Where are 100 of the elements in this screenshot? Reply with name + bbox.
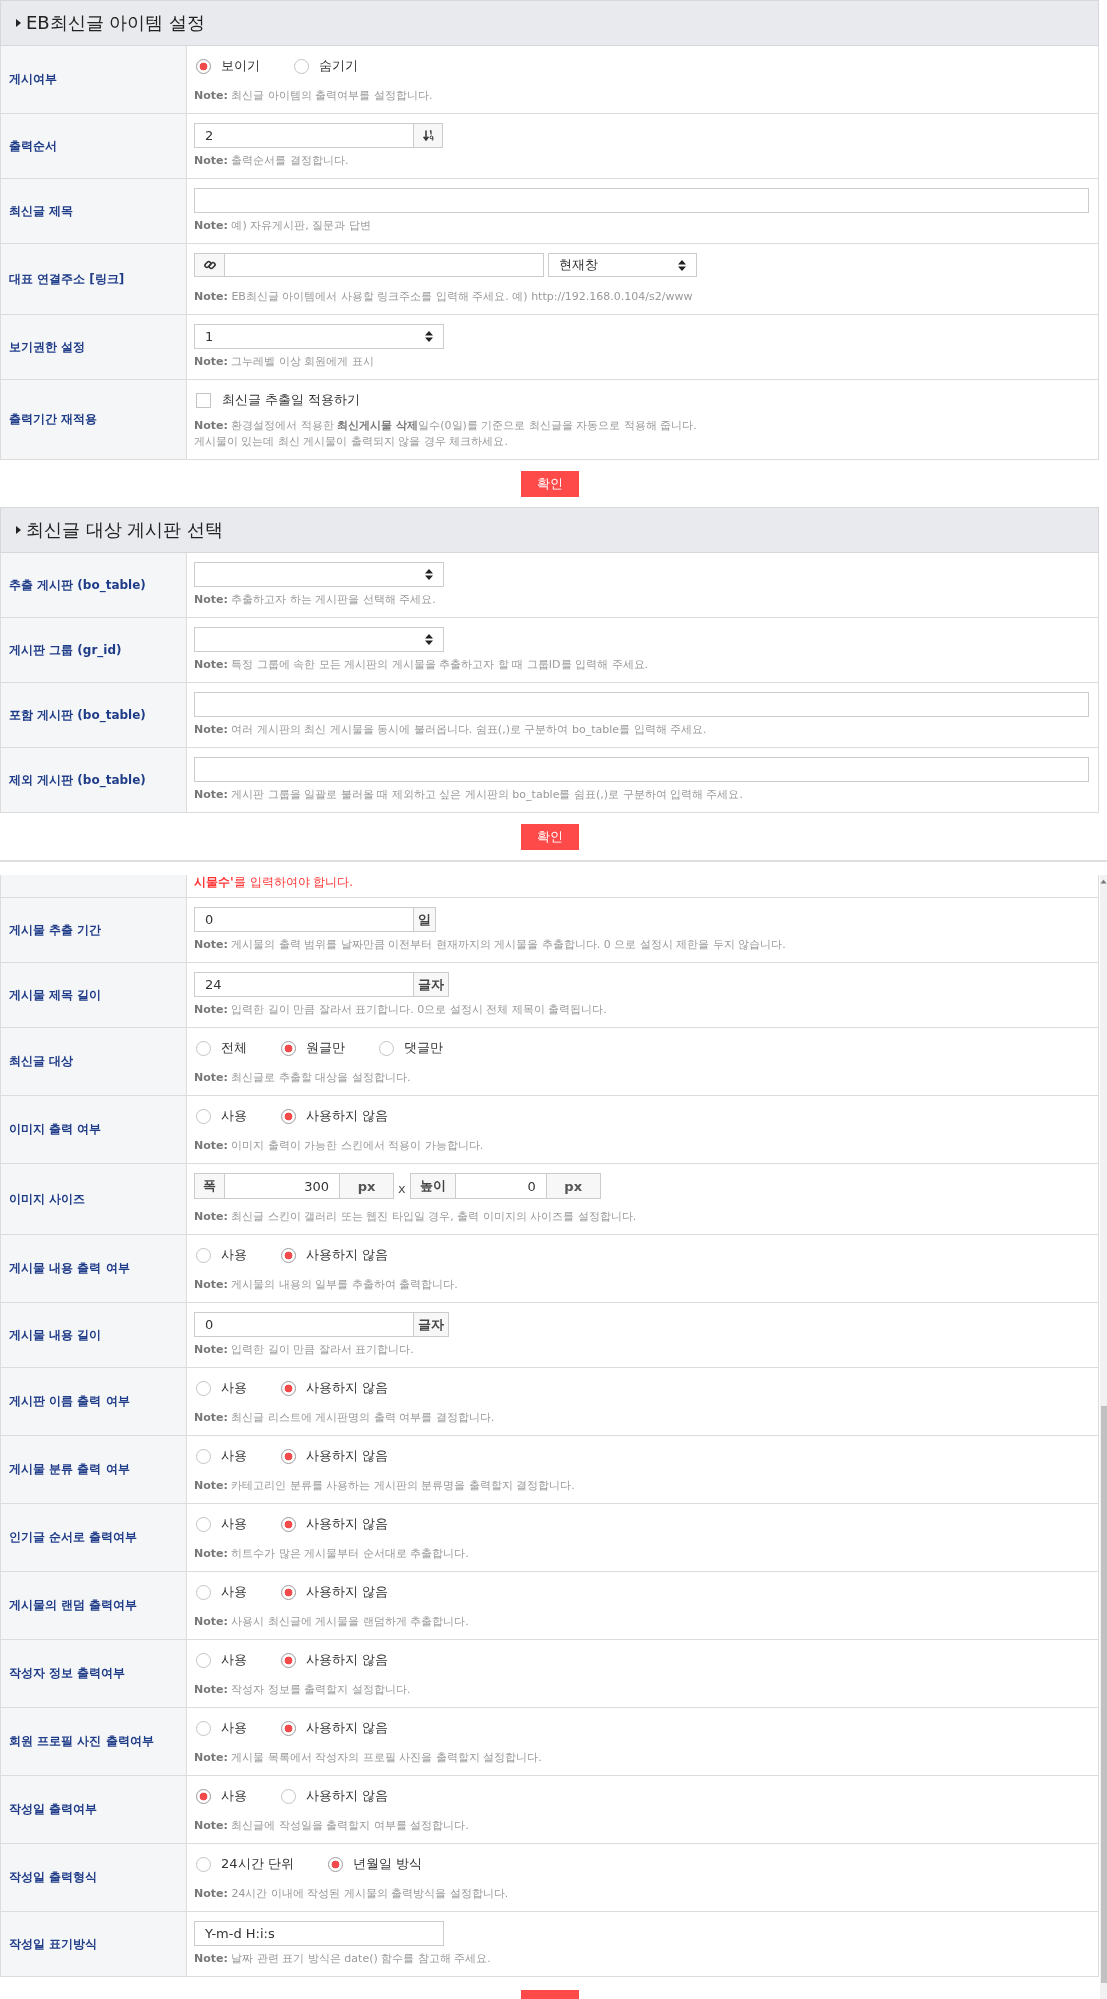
radio-label[interactable]: 24시간 단위 (221, 1855, 294, 1873)
arrow-up-icon[interactable] (1100, 879, 1107, 884)
field-label: 게시물 추출 기간 (1, 898, 187, 962)
text-input[interactable]: 0 (194, 907, 414, 932)
radio-button[interactable] (281, 1247, 296, 1263)
radio-button[interactable] (281, 1380, 296, 1396)
radio-button[interactable] (281, 1652, 296, 1668)
field-label: 게시물 내용 출력 여부 (1, 1235, 187, 1302)
url-input[interactable] (224, 253, 544, 277)
radio-button[interactable] (196, 1108, 211, 1124)
number-input[interactable]: 0 (454, 1173, 547, 1199)
radio-button[interactable] (196, 1584, 211, 1600)
text-input[interactable] (194, 692, 1089, 717)
radio-button[interactable] (281, 1516, 296, 1532)
checkbox-label[interactable]: 최신글 추출일 적용하기 (222, 391, 361, 409)
text-input[interactable]: Y-m-d H:i:s (194, 1921, 444, 1946)
select-field[interactable]: 현재창 (548, 253, 697, 277)
radio-label[interactable]: 사용하지 않음 (306, 1515, 389, 1533)
radio-label[interactable]: 사용하지 않음 (306, 1107, 389, 1125)
radio-button[interactable] (281, 1584, 296, 1600)
radio-label[interactable]: 전체 (221, 1039, 247, 1057)
radio-label[interactable]: 사용하지 않음 (306, 1719, 389, 1737)
radio-label[interactable]: 사용하지 않음 (306, 1447, 389, 1465)
radio-button[interactable] (196, 1247, 211, 1263)
updown-caret-icon (425, 331, 433, 342)
radio-button[interactable] (196, 1516, 211, 1532)
radio-button[interactable] (196, 1788, 211, 1804)
select-field[interactable] (194, 562, 444, 587)
field-note: Note: 특정 그룹에 속한 모든 게시판의 게시물을 추출하고자 할 때 그룹ID를 입력해 주세요. (194, 657, 650, 673)
number-input[interactable]: 2 (194, 123, 414, 148)
radio-button[interactable] (281, 1108, 296, 1124)
times-sign: x (398, 1180, 406, 1196)
radio-label[interactable]: 댓글만 (404, 1039, 443, 1057)
radio-label[interactable]: 원글만 (306, 1039, 345, 1057)
updown-caret-icon (425, 569, 433, 580)
radio-button[interactable] (281, 1040, 296, 1056)
radio-label[interactable]: 사용 (221, 1107, 247, 1125)
radio-label[interactable]: 사용하지 않음 (306, 1246, 389, 1264)
field-note: Note: 최신글로 추출할 대상을 설정합니다. (194, 1070, 412, 1086)
radio-label[interactable]: 년월일 방식 (352, 1855, 422, 1873)
radio-button[interactable] (196, 1856, 211, 1872)
error-message: 시물수'를 입력하여야 합니다. (193, 875, 354, 891)
radio-button[interactable] (281, 1448, 296, 1464)
radio-label[interactable]: 사용 (221, 1379, 247, 1397)
select-field[interactable]: 1 (194, 324, 444, 349)
input-addon: px (546, 1173, 601, 1199)
radio-label[interactable]: 사용 (221, 1246, 247, 1264)
radio-button[interactable] (281, 1720, 296, 1736)
field-note: Note: 환경설정에서 적용한 최신게시물 삭제일수(0일)를 기준으로 최신글을 자동으로 적용해 줍니다. (194, 418, 698, 434)
input-addon[interactable] (414, 123, 443, 148)
field-label: 이미지 출력 여부 (1, 1096, 187, 1163)
radio-label[interactable]: 숨기기 (319, 57, 358, 75)
field-note: Note: 여러 게시판의 최신 게시물을 동시에 불러옵니다. 쉼표(,)로 구분하여 bo_table를 입력해 주세요. (194, 722, 708, 738)
updown-caret-icon (425, 634, 433, 645)
radio-button[interactable] (327, 1856, 343, 1872)
field-label: 최신글 제목 (1, 179, 187, 243)
field-note: Note: 사용시 최신글에 게시물을 랜덤하게 추출합니다. (194, 1614, 470, 1630)
radio-button[interactable] (196, 1448, 211, 1464)
radio-button[interactable] (196, 1040, 211, 1056)
radio-button[interactable] (379, 1040, 394, 1056)
radio-button[interactable] (196, 1652, 211, 1668)
text-input[interactable]: 0 (194, 1312, 414, 1337)
radio-label[interactable]: 사용 (221, 1651, 247, 1669)
field-label: 출력순서 (1, 114, 187, 178)
field-label: 대표 연결주소 [링크] (1, 244, 187, 314)
field-label: 포함 게시판 (bo_table) (1, 683, 187, 747)
text-input[interactable] (194, 188, 1089, 213)
radio-label[interactable]: 사용 (221, 1583, 247, 1601)
number-input[interactable]: 300 (224, 1173, 340, 1199)
radio-label[interactable]: 보이기 (221, 57, 260, 75)
radio-label[interactable]: 사용하지 않음 (306, 1787, 389, 1805)
scrollbar-thumb[interactable] (1100, 1406, 1107, 1983)
radio-label[interactable]: 사용하지 않음 (306, 1583, 389, 1601)
radio-label[interactable]: 사용하지 않음 (306, 1651, 389, 1669)
checkbox[interactable] (196, 392, 211, 408)
radio-label[interactable]: 사용 (221, 1719, 247, 1737)
field-note: Note: 최신글에 작성일을 출력할지 여부를 설정합니다. (194, 1818, 470, 1834)
field-label: 추출 게시판 (bo_table) (1, 553, 187, 617)
radio-label[interactable]: 사용 (221, 1787, 247, 1805)
field-note: Note: 게시물의 내용의 일부를 추출하여 출력합니다. (194, 1277, 459, 1293)
field-note: Note: 최신글 아이템의 출력여부를 설정합니다. (194, 88, 434, 104)
field-label: 보기권한 설정 (1, 315, 187, 379)
radio-button[interactable] (196, 1720, 211, 1736)
radio-button[interactable] (294, 58, 309, 74)
updown-caret-icon (678, 259, 686, 271)
text-input[interactable]: 24 (194, 972, 414, 997)
radio-button[interactable] (196, 1380, 211, 1396)
scrollbar[interactable] (1100, 875, 1107, 1999)
radio-label[interactable]: 사용 (221, 1447, 247, 1465)
radio-button[interactable] (196, 58, 211, 74)
field-note: Note: 작성자 정보를 출력할지 설정합니다. (194, 1682, 412, 1698)
input-addon: 일 (414, 907, 436, 932)
text-input[interactable] (194, 757, 1089, 782)
field-note: Note: 입력한 길이 만큼 잘라서 표기합니다. 0으로 설정시 전체 제목이 출력됩니다. (194, 1002, 608, 1018)
select-field[interactable] (194, 627, 444, 652)
radio-label[interactable]: 사용 (221, 1515, 247, 1533)
field-note: Note: 날짜 관련 표기 방식은 date() 함수를 참고해 주세요. (194, 1951, 492, 1967)
field-label: 게시판 그룹 (gr_id) (1, 618, 187, 682)
radio-label[interactable]: 사용하지 않음 (306, 1379, 389, 1397)
radio-button[interactable] (281, 1788, 296, 1804)
